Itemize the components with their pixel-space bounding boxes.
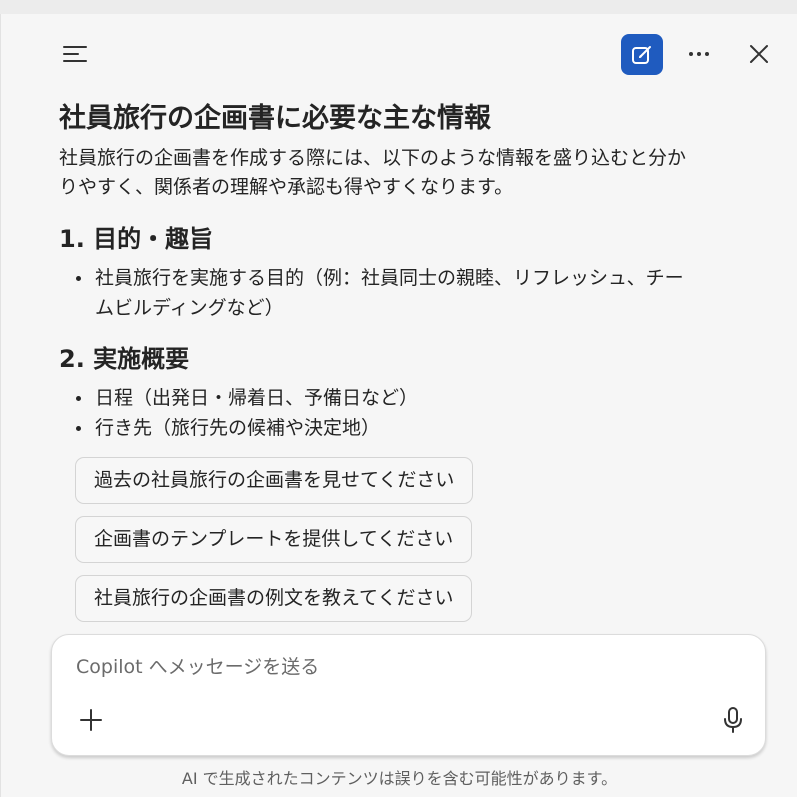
list-item: 日程（出発日・帰着日、予備日など） — [75, 383, 759, 413]
suggestion-chip[interactable]: 社員旅行の企画書の例文を教えてください — [75, 575, 473, 622]
intro-line: りやすく、関係者の理解や承認も得やすくなります。 — [59, 176, 514, 198]
voice-input-button[interactable] — [718, 705, 748, 735]
bullet-list: 日程（出発日・帰着日、予備日など） 行き先（旅行先の候補や決定地） — [59, 383, 759, 443]
menu-lines-icon — [63, 46, 87, 62]
intro-line: 社員旅行の企画書を作成する際には、以下のような情報を盛り込むと分か — [59, 147, 687, 169]
bullet-line: ムビルディングなど） — [95, 297, 284, 319]
ai-disclaimer: AI で生成されたコンテンツは誤りを含む可能性があります。 — [181, 769, 618, 788]
microphone-icon — [724, 707, 742, 733]
message-composer — [51, 634, 766, 756]
menu-button[interactable] — [59, 40, 91, 68]
message-input[interactable] — [74, 649, 698, 685]
message-title: 社員旅行の企画書に必要な主な情報 — [59, 103, 491, 134]
intro-paragraph: 社員旅行の企画書を作成する際には、以下のような情報を盛り込むと分か りやすく、関… — [59, 144, 759, 202]
new-chat-compose-icon — [632, 45, 651, 64]
assistant-message: 社員旅行の企画書に必要な主な情報 社員旅行の企画書を作成する際には、以下のような… — [59, 94, 759, 443]
section-heading: 2. 実施概要 — [59, 345, 190, 373]
bullet-list: 社員旅行を実施する目的（例：社員同士の親睦、リフレッシュ、チー ムビルディングな… — [59, 263, 759, 323]
list-item: 行き先（旅行先の候補や決定地） — [75, 413, 759, 443]
new-chat-button[interactable] — [621, 34, 663, 75]
more-options-button[interactable] — [683, 38, 715, 70]
suggestion-chip[interactable]: 企画書のテンプレートを提供してください — [75, 516, 473, 563]
bullet-line: 社員旅行を実施する目的（例：社員同士の親睦、リフレッシュ、チー — [95, 267, 684, 289]
suggestion-chip[interactable]: 過去の社員旅行の企画書を見せてください — [75, 457, 474, 504]
suggestion-chips: 過去の社員旅行の企画書を見せてください 企画書のテンプレートを提供してください … — [75, 457, 474, 634]
plus-icon — [80, 709, 102, 731]
close-icon — [750, 45, 768, 63]
close-button[interactable] — [743, 38, 775, 70]
section-heading: 1. 目的・趣旨 — [59, 225, 214, 253]
list-item: 社員旅行を実施する目的（例：社員同士の親睦、リフレッシュ、チー ムビルディングな… — [75, 263, 759, 323]
copilot-chat-panel: 社員旅行の企画書に必要な主な情報 社員旅行の企画書を作成する際には、以下のような… — [0, 14, 797, 797]
add-attachment-button[interactable] — [76, 705, 106, 735]
more-horizontal-icon — [689, 52, 709, 56]
